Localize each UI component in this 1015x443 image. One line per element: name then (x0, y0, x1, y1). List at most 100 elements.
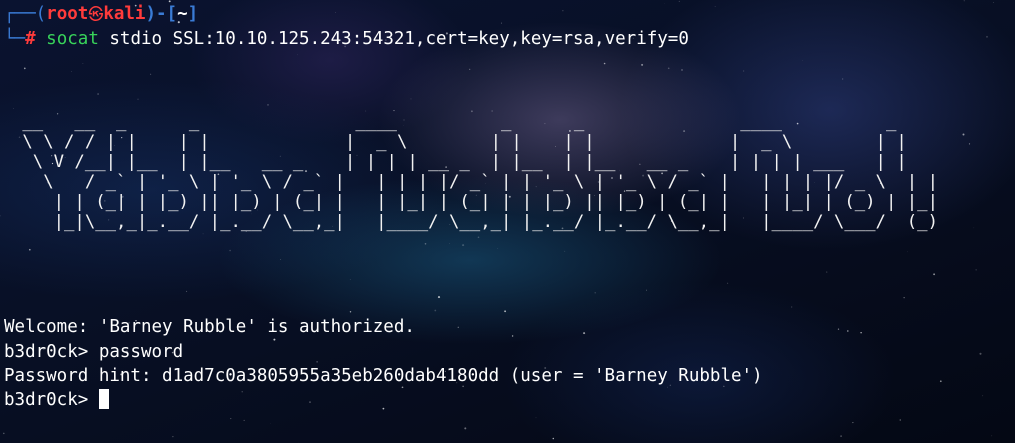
star (137, 98, 139, 100)
star (552, 437, 555, 440)
star (641, 63, 644, 66)
star (477, 236, 480, 239)
star (907, 251, 908, 253)
star (243, 419, 245, 421)
star (464, 427, 467, 430)
shell-prompt: b3dr0ck> (4, 342, 99, 362)
star (241, 391, 243, 393)
prompt-host: kali (103, 4, 146, 24)
command-line: └─# socat stdio SSL:10.10.125.243:54321,… (4, 27, 689, 51)
star (802, 60, 803, 61)
star (349, 279, 351, 280)
star (462, 244, 465, 247)
star (791, 306, 793, 308)
star (860, 331, 862, 334)
star (0, 215, 1, 217)
star (667, 67, 670, 70)
star (335, 11, 336, 13)
shell-line-2[interactable]: b3dr0ck> (4, 388, 109, 412)
star (23, 67, 26, 70)
star (968, 143, 971, 145)
prompt-mid: )-[ (145, 4, 178, 24)
prompt-path: ~ (177, 4, 188, 24)
star (97, 93, 100, 95)
star (497, 248, 499, 249)
star (316, 361, 318, 363)
command-program: socat (46, 29, 99, 49)
ascii-banner: __ __ _ _ ____ _ _ ____ _ \ \ / / | | | … (22, 112, 938, 232)
star (846, 330, 849, 332)
star (349, 311, 352, 313)
star (678, 0, 680, 2)
star (583, 332, 586, 335)
terminal-window[interactable]: ┌──(root㉿kali)-[~] └─# socat stdio SSL:1… (0, 0, 1015, 443)
star (469, 68, 471, 71)
star (500, 22, 502, 24)
star (975, 269, 977, 271)
star (504, 310, 507, 313)
star (939, 380, 942, 383)
star (993, 2, 994, 3)
star (297, 54, 298, 56)
star (202, 233, 204, 235)
star (903, 297, 905, 299)
star (646, 289, 647, 291)
star (82, 63, 84, 65)
star (743, 70, 745, 72)
prompt-corner: ┌──( (4, 4, 47, 24)
star (267, 104, 269, 106)
star (982, 395, 984, 397)
star (382, 407, 385, 410)
star (410, 98, 412, 100)
star (899, 419, 901, 421)
command-corner: └─ (4, 29, 26, 49)
star (457, 326, 459, 328)
text-cursor[interactable] (98, 389, 109, 409)
star (424, 243, 427, 245)
star (603, 62, 606, 65)
star (535, 417, 537, 419)
star (979, 352, 982, 355)
star (511, 335, 514, 337)
star (840, 435, 842, 437)
star (3, 432, 5, 435)
star (714, 6, 716, 7)
password-hint: Password hint: d1ad7c0a3805955a35eb260da… (4, 366, 763, 386)
shell-prompt: b3dr0ck> (4, 390, 99, 410)
star (230, 418, 232, 420)
star (229, 249, 231, 252)
star (837, 328, 840, 330)
star (594, 292, 596, 294)
star (13, 108, 14, 110)
star (842, 78, 844, 80)
star (991, 435, 993, 437)
star (434, 309, 437, 312)
shell-line-1: b3dr0ck> password (4, 340, 183, 364)
prompt-header: ┌──(root㉿kali)-[~] (4, 2, 198, 26)
shell-input: password (98, 342, 184, 362)
welcome-message: Welcome: 'Barney Rubble' is authorized. (4, 317, 415, 337)
star (727, 282, 729, 284)
star (150, 73, 152, 75)
star (564, 250, 566, 252)
star (393, 110, 395, 112)
star (71, 71, 72, 72)
star (280, 258, 281, 260)
star (681, 69, 683, 71)
star (562, 10, 564, 12)
star (852, 422, 854, 424)
star (986, 35, 988, 38)
skull-icon: ㉿ (88, 5, 104, 23)
star (962, 133, 965, 136)
star (172, 436, 174, 438)
star (933, 273, 936, 276)
star (186, 290, 188, 292)
prompt-close: ] (187, 4, 199, 24)
star (963, 0, 965, 2)
prompt-user: root (46, 4, 89, 24)
star (309, 401, 311, 403)
star (28, 248, 31, 251)
star (437, 296, 441, 299)
star (826, 271, 828, 273)
command-args: stdio SSL:10.10.125.243:54321,cert=key,k… (98, 29, 689, 49)
